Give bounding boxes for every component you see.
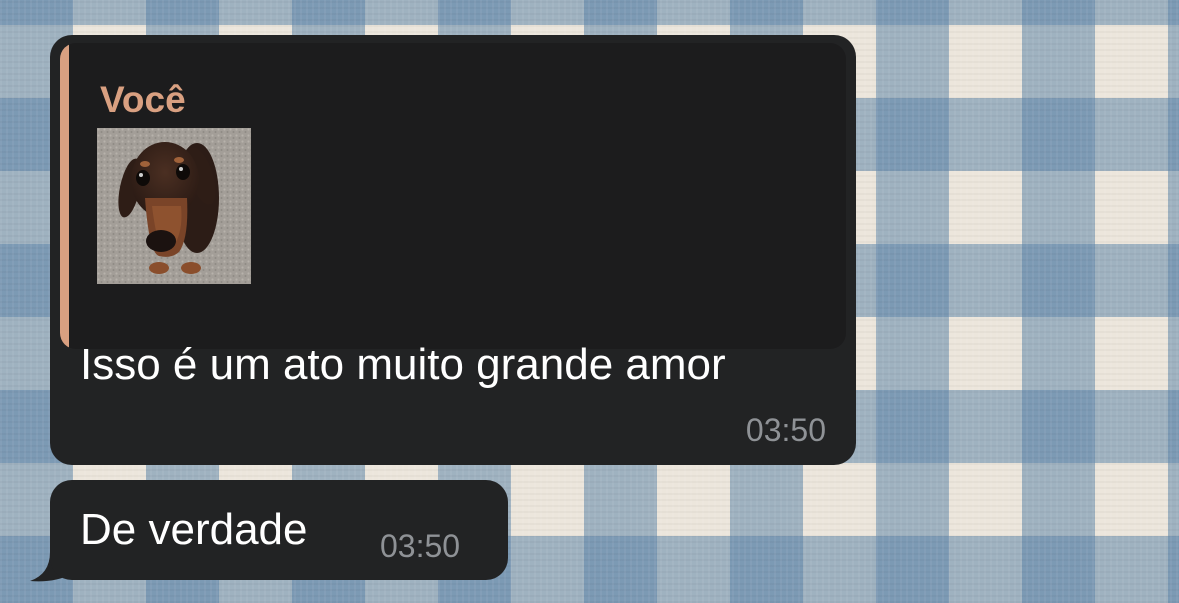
reply-author: Você [100,79,186,120]
message-timestamp: 03:50 [380,528,461,564]
message-timestamp: 03:50 [745,412,826,448]
message-bubble[interactable]: Você Isso é um ato muito grande amor 03:… [50,35,856,465]
dachshund-photo-icon [97,128,251,284]
message-text: Isso é um ato muito grande amor [80,340,726,389]
message-bubble[interactable]: De verdade 03:50 [50,480,508,580]
reply-accent-bar [60,43,69,349]
message-text: De verdade [80,505,308,554]
reply-quote[interactable]: Você [60,43,846,349]
reply-photo-thumbnail[interactable] [97,128,251,284]
